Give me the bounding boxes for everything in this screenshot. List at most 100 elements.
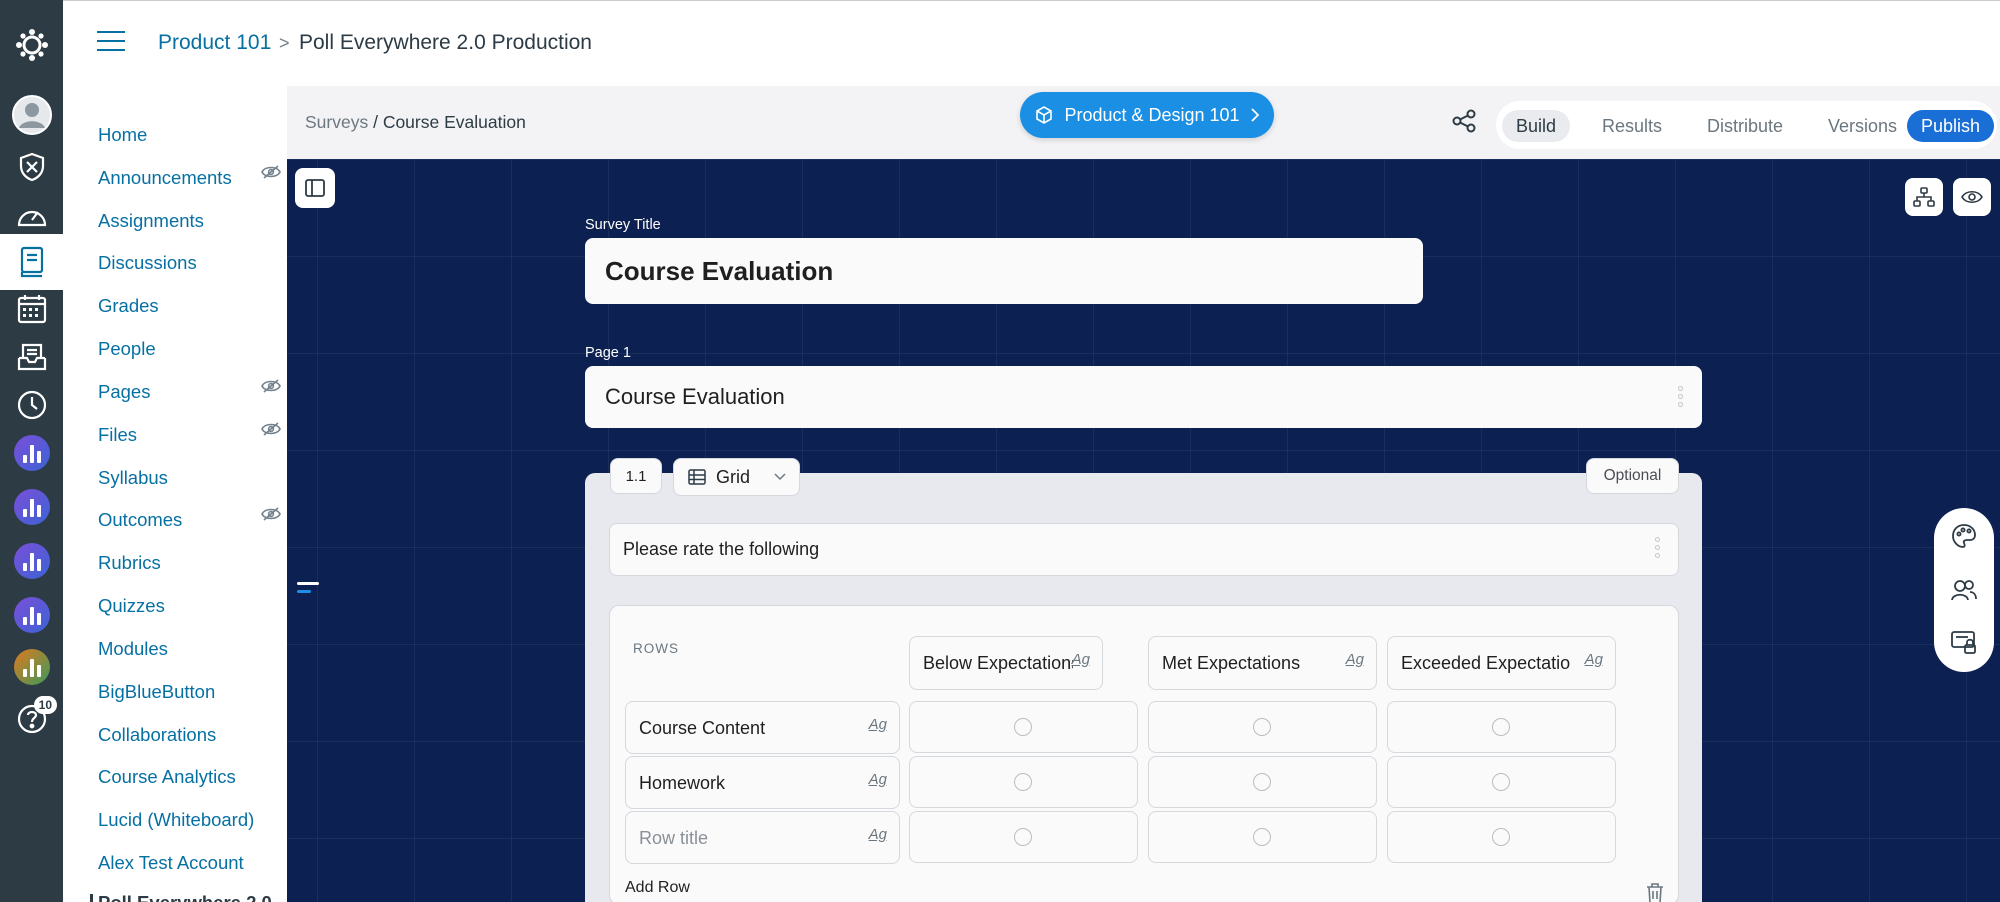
top-header: Product 101 > Poll Everywhere 2.0 Produc… <box>63 0 2000 86</box>
global-nav: 10 <box>0 0 63 902</box>
right-tool-dock <box>1934 508 1994 672</box>
tab-build[interactable]: Build <box>1502 110 1571 142</box>
course-nav-grades[interactable]: Grades <box>98 295 159 317</box>
column-header[interactable]: Met Expectations Ag <box>1148 636 1377 690</box>
tab-distribute[interactable]: Distribute <box>1693 110 1797 142</box>
text-format-icon[interactable]: Ag <box>869 826 887 843</box>
canvas-logo-icon[interactable] <box>0 18 63 72</box>
drag-handle-icon[interactable] <box>1678 386 1684 410</box>
restricted-access-icon[interactable] <box>1950 628 1978 656</box>
history-clock-icon[interactable] <box>0 378 63 432</box>
course-nav: Home Announcements Assignments Discussio… <box>63 86 287 902</box>
course-nav-modules[interactable]: Modules <box>98 638 168 660</box>
hidden-eye-icon <box>261 379 281 393</box>
column-title: Exceeded Expectatio <box>1401 653 1571 673</box>
radio-button[interactable] <box>1492 718 1510 736</box>
structure-view-button[interactable] <box>1905 178 1943 216</box>
question-type-select[interactable]: Grid <box>673 458 800 496</box>
toggle-sidebar-button[interactable] <box>295 168 335 208</box>
add-row-button[interactable]: Add Row <box>625 879 690 897</box>
calendar-icon[interactable] <box>0 282 63 336</box>
text-format-icon[interactable]: Ag <box>869 716 887 733</box>
breadcrumb-survey-name: Course Evaluation <box>382 112 526 132</box>
radio-button[interactable] <box>1492 828 1510 846</box>
help-icon[interactable]: 10 <box>0 692 63 746</box>
publish-button[interactable]: Publish <box>1907 110 1995 142</box>
page-label: Page 1 <box>585 345 631 361</box>
column-header[interactable]: Exceeded Expectatio Ag <box>1387 636 1616 690</box>
row-title-field[interactable]: Homework Ag <box>625 756 900 809</box>
grid-cell <box>1387 756 1616 808</box>
course-nav-rubrics[interactable]: Rubrics <box>98 552 161 574</box>
poll-everywhere-app: Surveys / Course Evaluation Product & De… <box>287 86 2000 902</box>
analytics-app-icon[interactable] <box>0 640 63 694</box>
text-format-icon[interactable]: Ag <box>1585 651 1603 668</box>
page-title-field[interactable]: Course Evaluation <box>585 366 1702 428</box>
grid-cell <box>909 701 1138 753</box>
hamburger-menu-icon[interactable] <box>97 31 125 53</box>
radio-button[interactable] <box>1492 773 1510 791</box>
course-nav-syllabus[interactable]: Syllabus <box>98 467 168 489</box>
radio-button[interactable] <box>1014 828 1032 846</box>
course-nav-assignments[interactable]: Assignments <box>98 210 204 232</box>
participants-icon[interactable] <box>1950 576 1978 604</box>
course-nav-discussions[interactable]: Discussions <box>98 252 197 274</box>
grid-cell <box>1387 701 1616 753</box>
course-nav-course-analytics[interactable]: Course Analytics <box>98 766 236 788</box>
course-nav-quizzes[interactable]: Quizzes <box>98 595 165 617</box>
preview-button[interactable] <box>1953 178 1991 216</box>
column-title: Met Expectations <box>1162 653 1301 673</box>
text-format-icon[interactable]: Ag <box>1072 651 1090 668</box>
account-avatar-icon[interactable] <box>0 88 63 142</box>
app-header: Surveys / Course Evaluation Product & De… <box>287 86 2000 159</box>
analytics-app-icon[interactable] <box>0 426 63 480</box>
admin-shield-icon[interactable] <box>0 140 63 194</box>
survey-title-field[interactable]: Course Evaluation <box>585 238 1423 304</box>
row-title-field[interactable]: Course Content Ag <box>625 701 900 754</box>
text-format-icon[interactable]: Ag <box>869 771 887 788</box>
radio-button[interactable] <box>1014 718 1032 736</box>
drag-handle-icon[interactable] <box>1655 537 1661 561</box>
grid-cell <box>1387 811 1616 863</box>
row-title: Homework <box>639 773 726 793</box>
column-header[interactable]: Below Expectations Ag <box>909 636 1103 690</box>
trash-icon[interactable] <box>1644 882 1666 902</box>
share-icon[interactable] <box>1451 108 1477 134</box>
question-prompt-field[interactable]: Please rate the following <box>609 523 1679 576</box>
palette-icon[interactable] <box>1950 522 1978 550</box>
course-nav-collaborations[interactable]: Collaborations <box>98 724 216 746</box>
page-scroll-indicator[interactable] <box>297 582 319 598</box>
analytics-app-icon[interactable] <box>0 534 63 588</box>
row-title-field[interactable]: Row title Ag <box>625 811 900 864</box>
inbox-icon[interactable] <box>0 330 63 384</box>
hidden-eye-icon <box>261 422 281 436</box>
text-format-icon[interactable]: Ag <box>1346 651 1364 668</box>
course-nav-bigbluebutton[interactable]: BigBlueButton <box>98 681 215 703</box>
optional-toggle[interactable]: Optional <box>1586 458 1679 494</box>
radio-button[interactable] <box>1253 773 1271 791</box>
breadcrumb-course-link[interactable]: Product 101 <box>158 31 271 55</box>
course-nav-home[interactable]: Home <box>98 124 147 146</box>
tab-versions[interactable]: Versions <box>1814 110 1911 142</box>
radio-button[interactable] <box>1014 773 1032 791</box>
course-nav-outcomes[interactable]: Outcomes <box>98 509 182 531</box>
tab-results[interactable]: Results <box>1588 110 1676 142</box>
radio-button[interactable] <box>1253 828 1271 846</box>
surveys-link[interactable]: Surveys <box>305 112 368 132</box>
radio-button[interactable] <box>1253 718 1271 736</box>
workspace-button-label: Product & Design 101 <box>1064 104 1240 125</box>
course-nav-people[interactable]: People <box>98 338 156 360</box>
course-nav-alex-test-account[interactable]: Alex Test Account <box>98 852 244 874</box>
analytics-app-icon[interactable] <box>0 588 63 642</box>
eye-icon <box>1961 190 1983 204</box>
breadcrumb-separator-icon: > <box>279 33 290 53</box>
course-nav-pages[interactable]: Pages <box>98 381 150 403</box>
analytics-app-icon[interactable] <box>0 480 63 534</box>
box-icon <box>1036 106 1053 124</box>
survey-title-value: Course Evaluation <box>605 256 834 286</box>
workspace-button[interactable]: Product & Design 101 <box>1020 92 1274 138</box>
course-nav-poll-everywhere[interactable]: Poll Everywhere 2.0 <box>98 892 272 902</box>
course-nav-announcements[interactable]: Announcements <box>98 167 232 189</box>
course-nav-files[interactable]: Files <box>98 424 137 446</box>
course-nav-lucid[interactable]: Lucid (Whiteboard) <box>98 809 254 831</box>
